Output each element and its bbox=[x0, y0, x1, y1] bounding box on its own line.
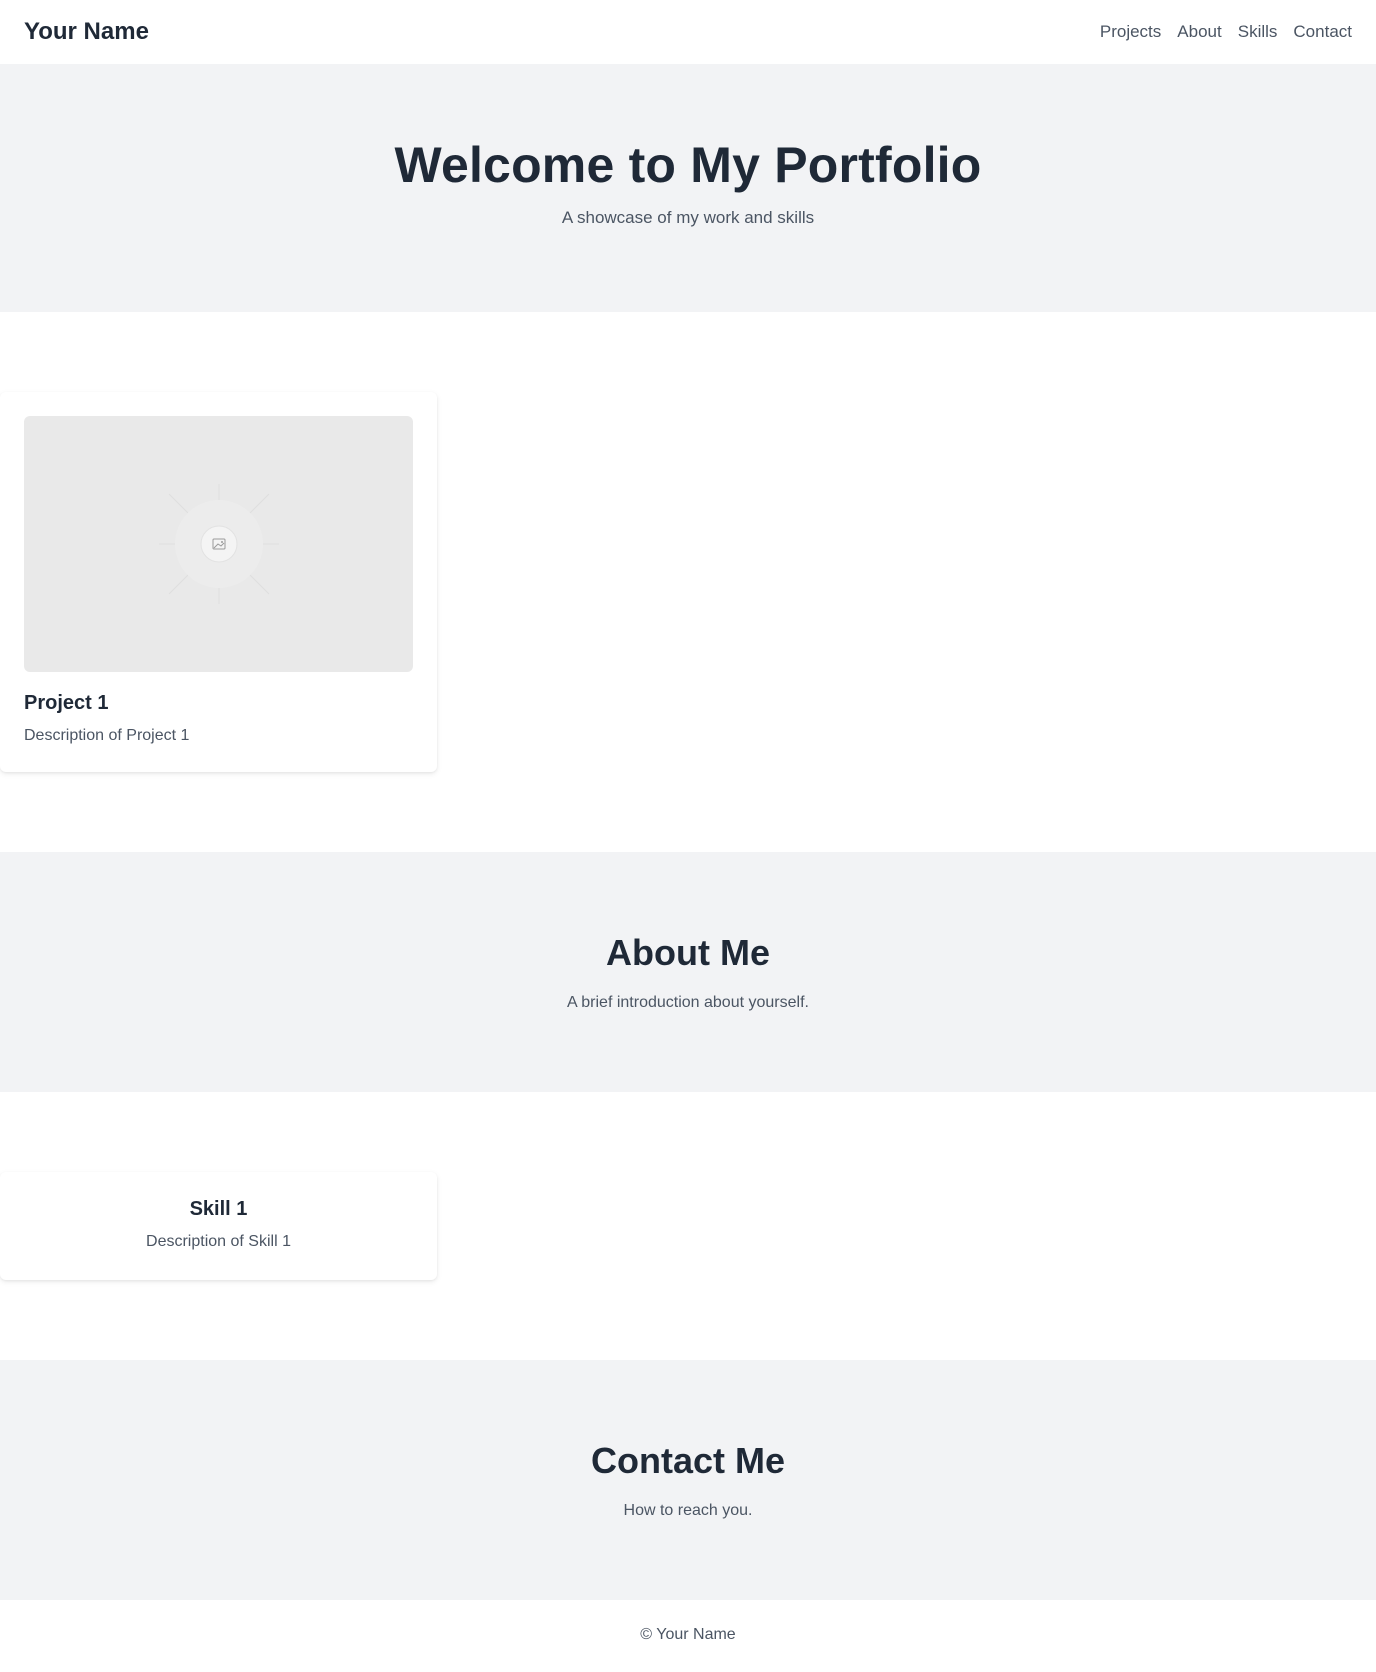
skill-card: Skill 1 Description of Skill 1 bbox=[0, 1172, 437, 1280]
hero-section: Welcome to My Portfolio A showcase of my… bbox=[0, 64, 1376, 312]
project-image-placeholder bbox=[24, 416, 413, 672]
skill-title: Skill 1 bbox=[189, 1198, 248, 1220]
about-text: A brief introduction about yourself. bbox=[567, 994, 809, 1011]
projects-section: Project 1 Description of Project 1 bbox=[0, 312, 1376, 852]
nav-link-skills[interactable]: Skills bbox=[1238, 22, 1278, 42]
hero-title: Welcome to My Portfolio bbox=[394, 137, 982, 193]
project-description: Description of Project 1 bbox=[24, 727, 190, 744]
brand-name[interactable]: Your Name bbox=[24, 18, 149, 46]
about-section: About Me A brief introduction about your… bbox=[0, 852, 1376, 1092]
portfolio-page: Your Name Projects About Skills Contact … bbox=[0, 0, 1376, 1672]
contact-text: How to reach you. bbox=[623, 1502, 753, 1519]
nav-link-contact[interactable]: Contact bbox=[1293, 22, 1352, 42]
contact-title: Contact Me bbox=[590, 1440, 785, 1481]
site-header: Your Name Projects About Skills Contact bbox=[0, 0, 1376, 64]
project-title: Project 1 bbox=[24, 692, 109, 714]
image-placeholder-icon bbox=[158, 484, 279, 604]
skills-section: Skill 1 Description of Skill 1 bbox=[0, 1092, 1376, 1360]
contact-section: Contact Me How to reach you. bbox=[0, 1360, 1376, 1600]
hero-subtitle: A showcase of my work and skills bbox=[561, 208, 815, 227]
project-card[interactable]: Project 1 Description of Project 1 bbox=[0, 392, 437, 772]
footer-copyright: © Your Name bbox=[640, 1626, 736, 1643]
skill-description: Description of Skill 1 bbox=[146, 1233, 291, 1250]
main-nav: Projects About Skills Contact bbox=[1100, 22, 1352, 42]
about-title: About Me bbox=[606, 932, 770, 973]
site-footer: © Your Name bbox=[0, 1600, 1376, 1672]
nav-link-about[interactable]: About bbox=[1177, 22, 1221, 42]
nav-link-projects[interactable]: Projects bbox=[1100, 22, 1161, 42]
